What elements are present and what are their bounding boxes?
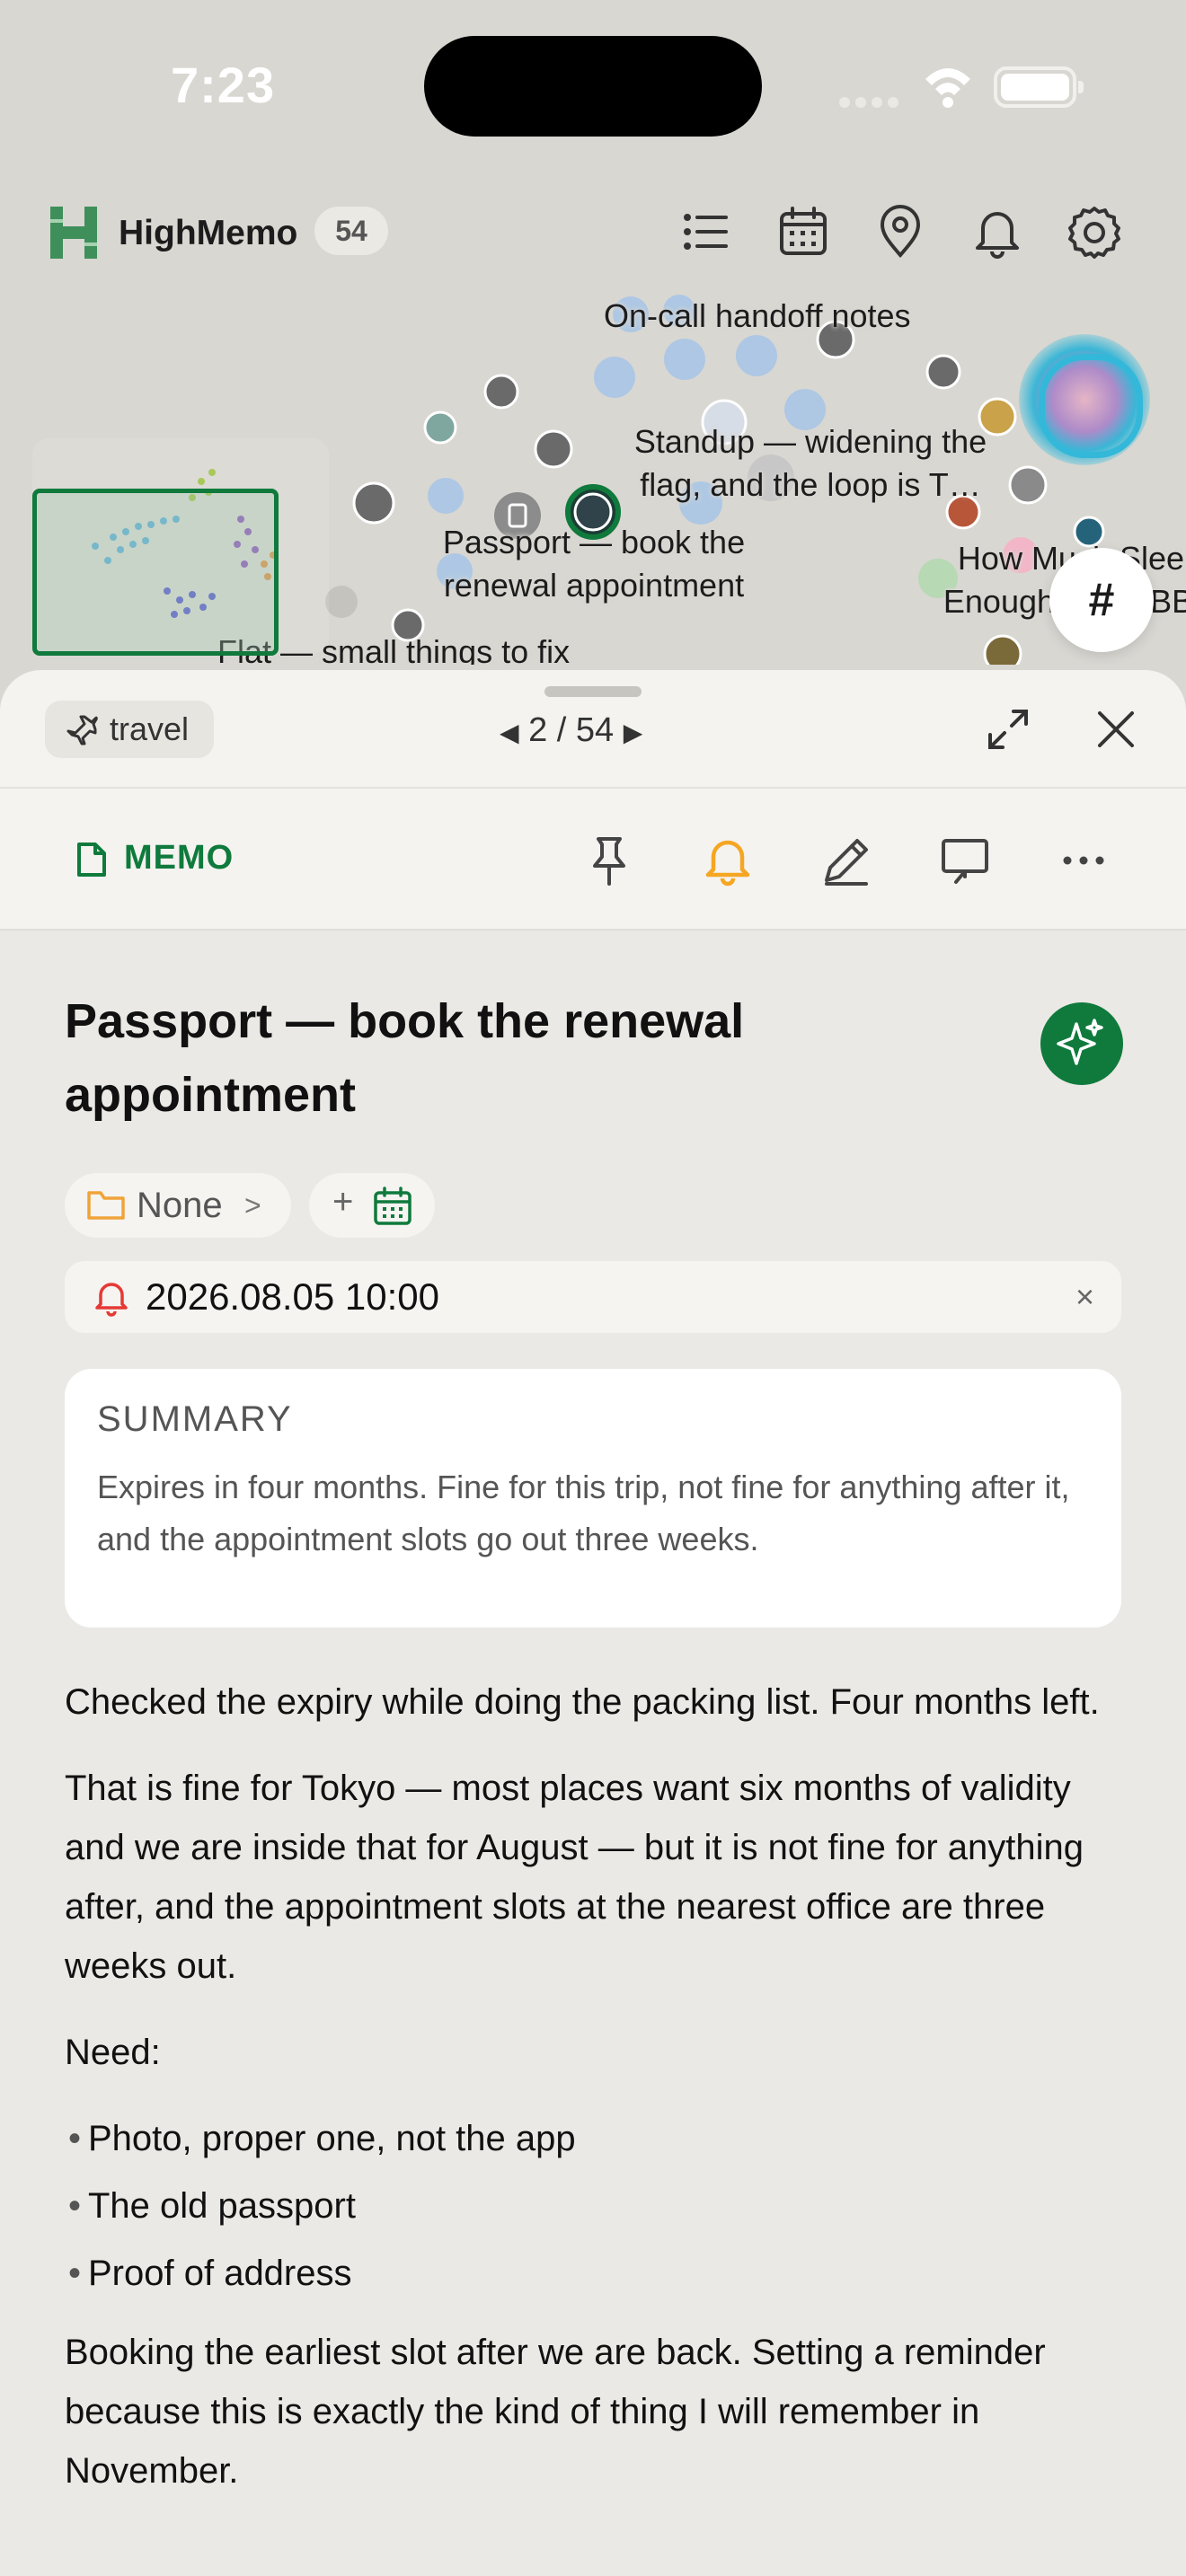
travel-tag-chip[interactable]: travel	[45, 701, 215, 758]
list-item: Photo, proper one, not the app	[65, 2109, 1121, 2168]
next-memo-button[interactable]: ▶	[624, 719, 643, 746]
ai-sparkle-button[interactable]	[1040, 1002, 1123, 1085]
calendar-icon	[780, 207, 827, 255]
folder-icon	[87, 1191, 125, 1220]
reminder-datetime: 2026.08.05 10:00	[146, 1275, 439, 1318]
list-view-button[interactable]	[677, 203, 735, 260]
reminder-bell-icon[interactable]	[699, 832, 757, 889]
edit-pencil-icon[interactable]	[818, 832, 875, 889]
memo-toolbar: MEMO	[0, 787, 1186, 931]
battery-icon	[994, 66, 1084, 108]
wifi-icon	[925, 68, 970, 108]
clear-reminder-button[interactable]: ×	[1075, 1261, 1094, 1333]
cellular-signal-icon	[839, 93, 902, 108]
minimap-viewport[interactable]	[32, 489, 279, 656]
memo-body[interactable]: Checked the expiry while doing the packi…	[65, 1672, 1121, 2527]
ai-assistant-button[interactable]	[1019, 334, 1150, 465]
summary-text: Expires in four months. Fine for this tr…	[97, 1469, 1070, 1557]
calendar-view-button[interactable]	[774, 203, 832, 260]
settings-button[interactable]	[1066, 203, 1123, 260]
memo-pager: ◀ 2 / 54 ▶	[500, 706, 642, 754]
photo-node	[483, 374, 519, 410]
gear-icon	[1068, 207, 1120, 259]
photo-node	[925, 354, 961, 390]
photo-node	[423, 410, 457, 445]
tags-button[interactable]: #	[1049, 548, 1154, 652]
graph-node	[325, 586, 358, 618]
summary-heading: SUMMARY	[97, 1399, 293, 1439]
list-item: The old passport	[65, 2176, 1121, 2236]
alarm-bell-icon	[95, 1283, 128, 1317]
body-paragraph: Need:	[65, 2033, 161, 2072]
graph-node	[594, 357, 635, 398]
node-label-passport: Passport — book the renewal appointment	[442, 524, 746, 604]
node-label-oncall: On-call handoff notes	[604, 297, 911, 334]
body-paragraph: Checked the expiry while doing the packi…	[65, 1682, 1100, 1722]
app-name: HighMemo	[119, 214, 298, 252]
folder-chip[interactable]: None >	[65, 1173, 291, 1238]
body-paragraph: That is fine for Tokyo — most places wan…	[65, 1769, 1084, 1986]
plus-icon: +	[332, 1182, 354, 1222]
body-paragraph: Booking the earliest slot after we are b…	[65, 2333, 1046, 2491]
location-pin-icon	[880, 205, 921, 259]
more-options-icon[interactable]	[1055, 832, 1112, 889]
pager-position: 2 / 54	[528, 711, 615, 749]
highmemo-logo-icon	[50, 207, 97, 259]
photo-node	[1008, 465, 1048, 505]
sheet-grabber[interactable]	[544, 686, 642, 697]
add-date-chip[interactable]: +	[309, 1173, 435, 1238]
graph-node	[736, 335, 777, 376]
airplane-icon	[66, 715, 98, 745]
node-label-standup: Standup — widening the flag, and the loo…	[633, 423, 987, 503]
memo-detail-sheet: travel ◀ 2 / 54 ▶ MEMO Passport — book t…	[0, 670, 1186, 2576]
tag-label: travel	[110, 710, 190, 747]
memo-count-badge: 54	[314, 207, 388, 255]
list-item: Proof of address	[65, 2244, 1121, 2303]
pin-icon[interactable]	[580, 832, 638, 889]
expand-icon[interactable]	[981, 702, 1035, 756]
previous-memo-button[interactable]: ◀	[500, 719, 519, 746]
photo-node	[983, 634, 1022, 665]
memo-type-label[interactable]: MEMO	[124, 839, 234, 878]
photo-node	[534, 429, 573, 469]
summary-card: SUMMARY Expires in four months. Fine for…	[65, 1369, 1121, 1628]
photo-node	[352, 481, 395, 525]
sparkle-icon	[1057, 1019, 1103, 1065]
sheet-header: travel ◀ 2 / 54 ▶	[0, 670, 1186, 787]
status-time: 7:23	[171, 57, 276, 113]
dynamic-island	[424, 36, 762, 137]
document-icon	[77, 842, 106, 877]
notifications-button[interactable]	[969, 203, 1026, 260]
list-icon	[684, 214, 728, 250]
reminder-row[interactable]: 2026.08.05 10:00 ×	[65, 1261, 1121, 1333]
present-icon[interactable]	[936, 832, 994, 889]
map-view-button[interactable]	[872, 203, 929, 260]
memo-graph[interactable]: On-call handoff notes Standup — widening…	[0, 287, 1186, 665]
close-icon[interactable]	[1089, 702, 1143, 756]
bell-icon	[976, 212, 1019, 259]
status-bar: 7:23	[0, 0, 1186, 171]
graph-node	[428, 478, 464, 514]
checklist: Photo, proper one, not the app The old p…	[65, 2109, 1121, 2303]
app-header: HighMemo 54	[0, 180, 1186, 287]
calendar-icon	[374, 1187, 412, 1225]
graph-node	[664, 339, 705, 380]
graph-minimap[interactable]	[32, 438, 329, 656]
folder-label: None	[137, 1186, 223, 1225]
chevron-right-icon: >	[244, 1189, 261, 1222]
memo-title[interactable]: Passport — book the renewal appointment	[65, 984, 873, 1132]
